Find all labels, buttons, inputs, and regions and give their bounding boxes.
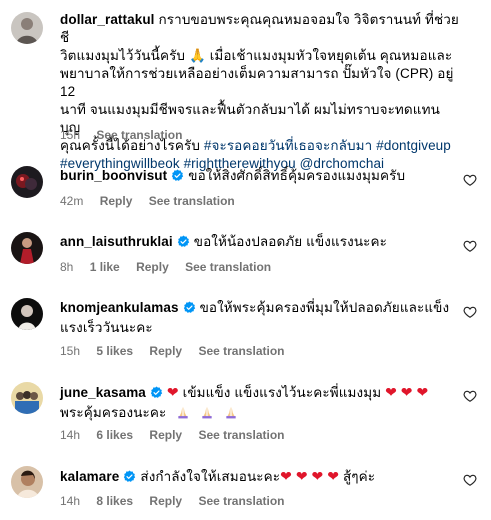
reply-button[interactable]: Reply (149, 344, 182, 358)
red-heart-icon: ❤ (416, 384, 429, 400)
timestamp[interactable]: 14h (60, 494, 80, 508)
reply-button[interactable]: Reply (136, 260, 169, 274)
like-heart-icon[interactable] (463, 305, 477, 319)
red-heart-icon: ❤ (400, 384, 413, 400)
see-translation-button[interactable]: See translation (149, 194, 235, 208)
reply-button[interactable]: Reply (149, 428, 182, 442)
timestamp[interactable]: 8h (60, 260, 73, 274)
reply-button[interactable]: Reply (149, 494, 182, 508)
likes-count[interactable]: 1 like (90, 260, 120, 274)
username[interactable]: burin_boonvisut (60, 168, 167, 183)
username[interactable]: dollar_rattakul (60, 12, 155, 27)
verified-badge-icon (171, 169, 184, 187)
like-heart-icon[interactable] (463, 473, 477, 487)
see-translation-button[interactable]: See translation (198, 344, 284, 358)
like-heart-icon[interactable] (463, 389, 477, 403)
hashtag[interactable]: #dontgiveup (376, 138, 451, 153)
username[interactable]: june_kasama (60, 385, 146, 400)
likes-count[interactable]: 5 likes (96, 344, 133, 358)
avatar-ann-laisuthruklai[interactable] (11, 232, 43, 264)
like-heart-icon[interactable] (463, 173, 477, 187)
hashtag[interactable]: #จะรอคอยวันที่เธอจะกลับมา (204, 138, 373, 153)
see-translation-button[interactable]: See translation (185, 260, 271, 274)
timestamp[interactable]: 42m (60, 194, 83, 208)
avatar-june-kasama[interactable] (11, 382, 43, 414)
avatar-burin-boonvisut[interactable] (11, 166, 43, 198)
username[interactable]: knomjeankulamas (60, 300, 179, 315)
red-heart-icon: ❤ (166, 384, 179, 400)
red-heart-icon: ❤ (311, 468, 324, 484)
verified-badge-icon (177, 235, 190, 253)
like-heart-icon[interactable] (463, 239, 477, 253)
timestamp[interactable]: 15h (60, 344, 80, 358)
caption-meta: 15h See translation (60, 128, 195, 142)
caption-text: dollar_rattakul กราบขอบพระคุณคุณหมอจอมใจ … (60, 12, 459, 171)
timestamp[interactable]: 15h (60, 128, 80, 142)
red-heart-icon: ❤ (295, 468, 308, 484)
likes-count[interactable]: 8 likes (96, 494, 133, 508)
praying-hands-icon (176, 405, 190, 424)
red-heart-icon: ❤ (280, 468, 292, 484)
see-translation-button[interactable]: See translation (198, 428, 284, 442)
avatar-kalamare[interactable] (11, 466, 43, 498)
praying-hands-icon (224, 405, 238, 424)
verified-badge-icon (183, 301, 196, 319)
verified-badge-icon (123, 470, 136, 488)
likes-count[interactable]: 6 likes (96, 428, 133, 442)
reply-button[interactable]: Reply (100, 194, 133, 208)
verified-badge-icon (150, 386, 163, 404)
username[interactable]: kalamare (60, 469, 119, 484)
timestamp[interactable]: 14h (60, 428, 80, 442)
username[interactable]: ann_laisuthruklai (60, 234, 173, 249)
avatar-dollar-rattakul[interactable] (11, 12, 43, 44)
see-translation-button[interactable]: See translation (198, 494, 284, 508)
red-heart-icon: ❤ (385, 384, 397, 400)
red-heart-icon: ❤ (327, 468, 340, 484)
avatar-knomjeankulamas[interactable] (11, 298, 43, 330)
see-translation-button[interactable]: See translation (96, 128, 182, 142)
praying-hands-icon (200, 405, 214, 424)
